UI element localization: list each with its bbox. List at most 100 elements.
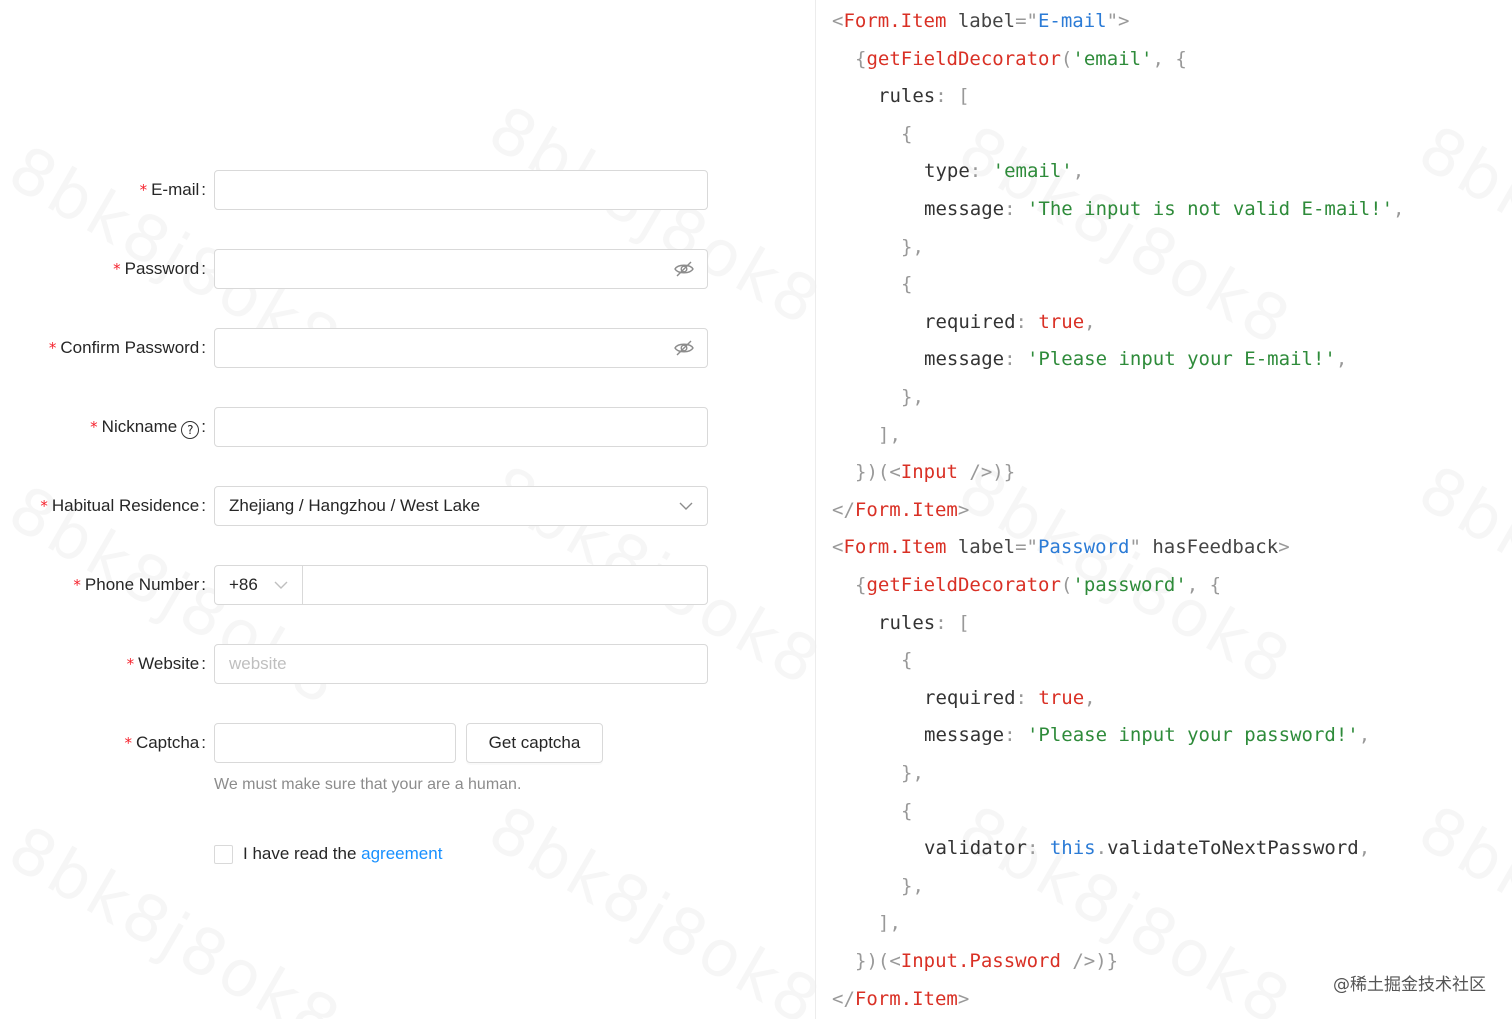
- code-token: >: [957, 498, 970, 521]
- code-token: Password: [1037, 536, 1130, 559]
- code-token: {: [901, 649, 913, 672]
- code-line: required: true,: [924, 307, 1096, 337]
- email-label: * E-mail:: [140, 170, 206, 210]
- code-line: rules: [: [878, 608, 970, 638]
- eye-invisible-icon[interactable]: [674, 339, 694, 357]
- captcha-label: * Captcha:: [124, 723, 206, 763]
- password-input[interactable]: [214, 249, 708, 289]
- code-line: type: 'email',: [924, 156, 1084, 186]
- label-colon: :: [201, 417, 206, 436]
- code-token: Form.Item: [854, 987, 958, 1010]
- eye-invisible-icon[interactable]: [674, 260, 694, 278]
- required-mark: *: [124, 734, 132, 752]
- code-token: />)}: [957, 461, 1016, 484]
- code-token: :: [1015, 686, 1039, 709]
- required-mark: *: [113, 260, 121, 278]
- code-line: message: 'Please input your password!',: [924, 720, 1370, 750]
- code-token: hasFeedback: [1152, 536, 1279, 559]
- code-line: <Form.Item label="Password" hasFeedback>: [832, 532, 1290, 562]
- phone-input-group: +86: [214, 565, 708, 605]
- label-colon: :: [201, 733, 206, 752]
- website-placeholder: website: [229, 654, 287, 673]
- code-line: validator: this.validateToNextPassword,: [924, 833, 1370, 863]
- code-token: Form.Item: [843, 10, 947, 32]
- phone-prefix-select[interactable]: +86: [215, 566, 303, 604]
- nickname-label: * Nickname?:: [90, 407, 206, 447]
- website-input[interactable]: website: [214, 644, 708, 684]
- residence-cascader[interactable]: Zhejiang / Hangzhou / West Lake: [214, 486, 708, 526]
- password-label-text: Password: [124, 259, 200, 278]
- code-token: required: [924, 310, 1016, 333]
- code-token: 'Please input your password!': [1026, 724, 1359, 747]
- email-label-text: E-mail: [151, 180, 200, 199]
- code-token: Input: [900, 461, 958, 484]
- code-line: message: 'Please input your E-mail!',: [924, 344, 1347, 374]
- website-label: * Website:: [127, 644, 206, 684]
- code-token: (: [1060, 47, 1073, 70]
- code-token: Form.Item: [843, 536, 947, 559]
- code-token: ,: [1084, 686, 1096, 709]
- code-token: </: [832, 987, 855, 1010]
- code-line: },: [901, 758, 924, 788]
- agreement-checkbox[interactable]: [214, 845, 233, 864]
- agreement-link[interactable]: agreement: [361, 844, 442, 863]
- code-token: ,: [1335, 348, 1348, 371]
- registration-form: * E-mail: * Password: * Confirm Password:: [0, 0, 815, 1019]
- code-token: : [: [935, 85, 970, 108]
- code-line: {: [901, 119, 912, 149]
- code-token: <: [832, 536, 844, 559]
- code-line: {: [901, 645, 912, 675]
- code-token: 'Please input your E-mail!': [1026, 348, 1336, 371]
- code-line: {getFieldDecorator('password', {: [855, 570, 1221, 600]
- code-token: ">: [1106, 10, 1130, 32]
- form-item-confirm-password: * Confirm Password:: [0, 328, 815, 368]
- code-line: message: 'The input is not valid E-mail!…: [924, 194, 1404, 224]
- form-item-email: * E-mail:: [0, 170, 815, 210]
- code-line: {getFieldDecorator('email', {: [855, 44, 1187, 74]
- label-colon: :: [201, 496, 206, 515]
- code-token: :: [1004, 198, 1027, 220]
- code-token: validator: [924, 837, 1027, 860]
- get-captcha-button[interactable]: Get captcha: [466, 723, 603, 763]
- code-line: {: [901, 796, 912, 826]
- code-token: ],: [878, 423, 901, 446]
- email-input[interactable]: [214, 170, 708, 210]
- code-token: },: [901, 386, 924, 408]
- required-mark: *: [139, 181, 148, 199]
- code-line: <Form.Item label="E-mail">: [832, 6, 1129, 36]
- code-token: ": [1129, 536, 1153, 559]
- code-token: rules: [878, 611, 936, 634]
- form-item-residence: * Habitual Residence: Zhejiang / Hangzhou…: [0, 486, 815, 526]
- code-token: validateToNextPassword: [1107, 837, 1359, 860]
- code-line: })(<Input.Password />)}: [855, 946, 1118, 976]
- question-circle-icon[interactable]: ?: [181, 421, 200, 439]
- code-line: </Form.Item>: [832, 495, 969, 525]
- phone-prefix-value: +86: [229, 575, 258, 594]
- confirm-password-input[interactable]: [214, 328, 708, 368]
- required-mark: *: [40, 497, 48, 515]
- code-token: type: [924, 160, 970, 183]
- code-token: :: [1004, 348, 1027, 371]
- code-token: },: [901, 235, 924, 258]
- code-token: rules: [878, 85, 936, 108]
- agreement-label: I have read the agreement: [243, 842, 442, 866]
- code-token: },: [901, 762, 924, 784]
- code-token: :: [1015, 310, 1039, 333]
- phone-label-text: Phone Number: [84, 575, 200, 594]
- residence-value: Zhejiang / Hangzhou / West Lake: [229, 496, 481, 515]
- code-token: =": [1015, 536, 1038, 559]
- code-token: true: [1038, 310, 1085, 333]
- code-token: Form.Item: [854, 498, 958, 521]
- nickname-input[interactable]: [214, 407, 708, 447]
- code-token: })(<: [855, 461, 901, 484]
- code-token: ,: [1084, 310, 1096, 333]
- residence-label-text: Habitual Residence: [51, 496, 200, 515]
- captcha-help-text: We must make sure that your are a human.: [214, 776, 522, 793]
- code-line: ],: [878, 908, 901, 938]
- code-line: </Form.Item>: [832, 984, 969, 1014]
- form-item-password: * Password:: [0, 249, 815, 289]
- code-token: 'password': [1072, 574, 1187, 596]
- captcha-input[interactable]: [214, 723, 456, 763]
- code-token: 'email': [992, 160, 1073, 183]
- code-token: message: [924, 348, 1005, 371]
